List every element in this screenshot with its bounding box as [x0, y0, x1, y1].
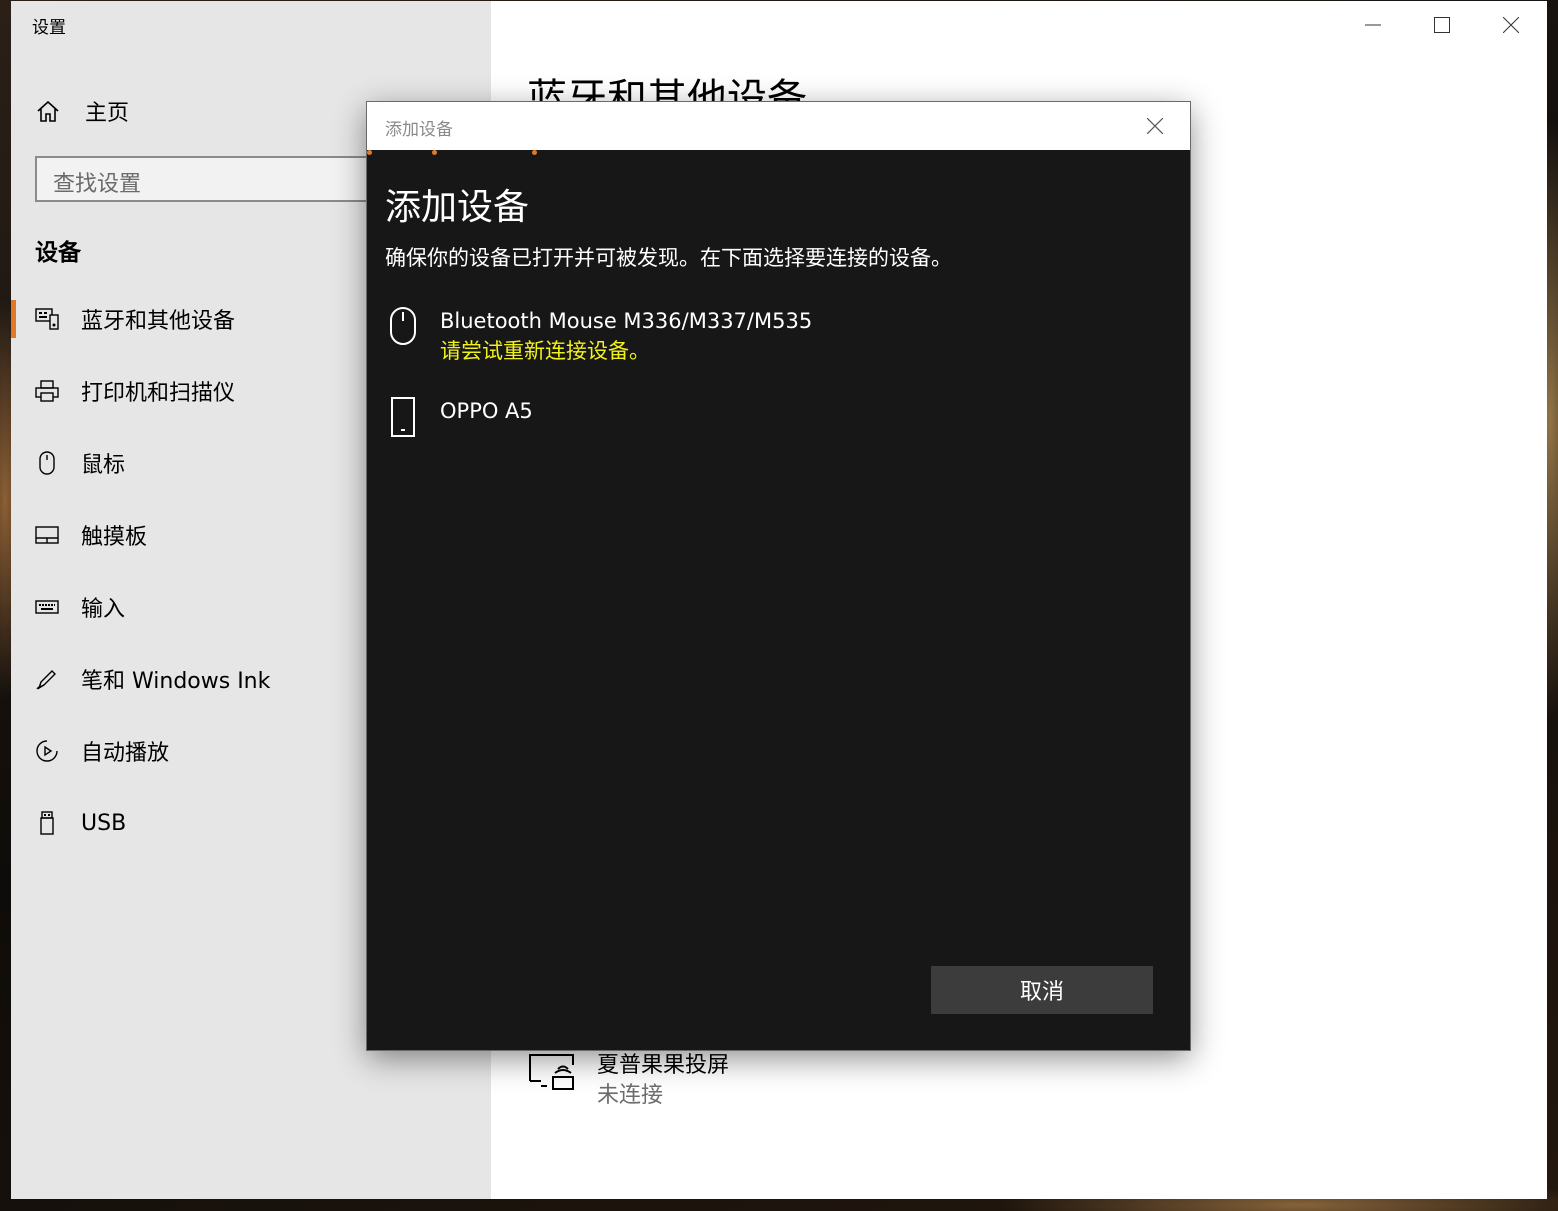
usb-icon — [40, 811, 54, 835]
section-title: 设备 — [35, 240, 81, 266]
sidebar-item-label: 自动播放 — [81, 741, 170, 766]
dialog-close-button[interactable] — [1120, 102, 1190, 150]
sidebar-item-label: 笔和 Windows Ink — [81, 669, 271, 694]
dialog-title: 添加设备 — [385, 120, 453, 140]
phone-icon — [391, 397, 415, 437]
cast-device-name: 夏普果果投屏 — [597, 1053, 730, 1078]
cast-display-icon — [529, 1054, 574, 1090]
home-icon — [37, 100, 59, 122]
progress-indicator-dot — [367, 150, 372, 155]
dialog-heading: 添加设备 — [385, 187, 530, 228]
close-button[interactable] — [1477, 1, 1545, 49]
progress-indicator-dot — [432, 150, 437, 155]
selected-indicator — [11, 300, 16, 338]
touchpad-icon — [35, 526, 59, 544]
keyboard-icon — [35, 600, 59, 614]
device-name: OPPO A5 — [440, 399, 533, 423]
device-list-item[interactable]: Bluetooth Mouse M336/M337/M535 请尝试重新连接设备… — [385, 306, 812, 366]
bluetooth-devices-icon — [35, 308, 59, 330]
sidebar-item-label: 输入 — [81, 597, 126, 622]
sidebar-item-label: 打印机和扫描仪 — [81, 381, 236, 406]
sidebar-item-label: 触摸板 — [81, 525, 148, 550]
sidebar-item-label: USB — [81, 810, 127, 836]
mouse-icon — [39, 451, 55, 475]
add-device-dialog: 添加设备 添加设备 确保你的设备已打开并可被发现。在下面选择要连接的设备。 Bl… — [367, 102, 1190, 1050]
close-icon — [1503, 17, 1519, 33]
device-name: Bluetooth Mouse M336/M337/M535 — [440, 309, 813, 333]
minimize-button[interactable] — [1339, 1, 1407, 49]
dialog-subtitle: 确保你的设备已打开并可被发现。在下面选择要连接的设备。 — [385, 246, 952, 270]
cast-device-status: 未连接 — [597, 1083, 664, 1108]
home-label: 主页 — [85, 101, 130, 126]
cancel-button[interactable]: 取消 — [931, 966, 1153, 1014]
window-title: 设置 — [32, 18, 66, 38]
sidebar-item-label: 鼠标 — [81, 453, 126, 478]
maximize-button[interactable] — [1408, 1, 1476, 49]
dialog-titlebar: 添加设备 — [367, 102, 1190, 150]
pen-icon — [36, 670, 56, 690]
maximize-icon — [1434, 17, 1450, 33]
progress-indicator-dot — [532, 150, 537, 155]
mouse-icon — [390, 307, 416, 345]
printer-icon — [35, 380, 59, 402]
close-icon — [1147, 118, 1163, 134]
home-link[interactable]: 主页 — [35, 95, 129, 127]
device-status: 请尝试重新连接设备。 — [440, 339, 650, 363]
device-list-item[interactable]: OPPO A5 — [385, 396, 533, 440]
autoplay-icon — [36, 740, 58, 762]
minimize-icon — [1365, 24, 1381, 26]
cast-device-item[interactable]: 夏普果果投屏 未连接 — [527, 1051, 729, 1111]
sidebar-item-label: 蓝牙和其他设备 — [81, 309, 236, 334]
